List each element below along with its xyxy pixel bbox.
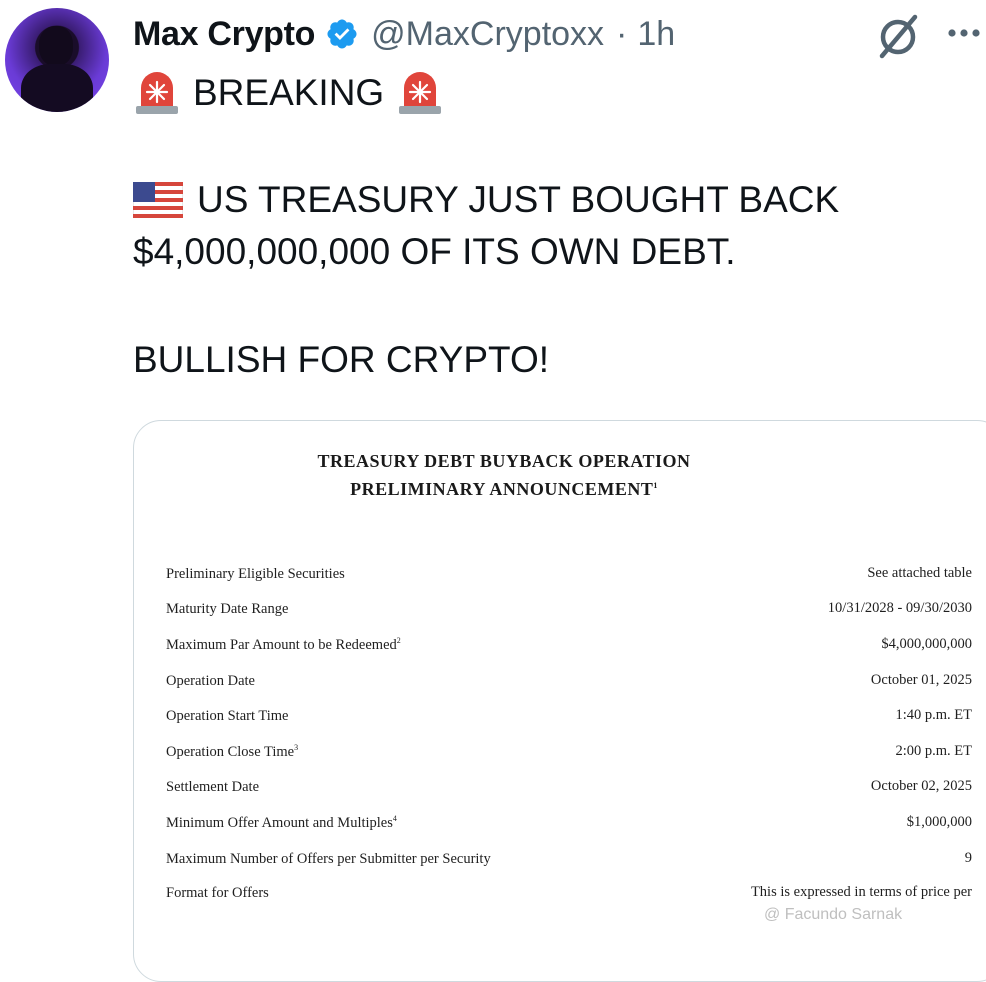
verified-badge-icon (327, 19, 357, 49)
police-light-emoji-right (399, 72, 442, 114)
tweet-text-line-3: BULLISH FOR CRYPTO! (133, 339, 550, 380)
attached-document-image[interactable]: TREASURY DEBT BUYBACK OPERATION PRELIMIN… (133, 420, 986, 982)
document-row: Operation Close Time3 2:00 p.m. ET (166, 743, 972, 767)
row-label: Maximum Par Amount to be Redeemed2 (166, 636, 401, 653)
author-name[interactable]: Max Crypto (133, 15, 315, 54)
document-title-line-2: PRELIMINARY ANNOUNCEMENT1 (134, 479, 874, 500)
document-title-line-1: TREASURY DEBT BUYBACK OPERATION (317, 451, 691, 471)
document-row: Operation Date October 01, 2025 (166, 672, 972, 696)
author-handle[interactable]: @MaxCryptoxx (371, 15, 604, 54)
document-row: Maximum Par Amount to be Redeemed2 $4,00… (166, 636, 972, 660)
row-value: 1:40 p.m. ET (895, 707, 972, 723)
row-value: 9 (964, 850, 972, 866)
avatar-figure-head (39, 26, 73, 66)
more-options-icon[interactable] (944, 18, 984, 48)
row-label: Operation Start Time (166, 707, 289, 724)
document-row: Maturity Date Range 10/31/2028 - 09/30/2… (166, 600, 972, 624)
tweet-header: Max Crypto @MaxCryptoxx · 1h (133, 12, 675, 56)
row-value: October 02, 2025 (870, 778, 972, 794)
row-label: Minimum Offer Amount and Multiples4 (166, 814, 397, 831)
row-label: Format for Offers (166, 884, 269, 901)
tweet-line-3: BULLISH FOR CRYPTO! (133, 336, 549, 384)
row-label: Maturity Date Range (166, 600, 289, 617)
author-avatar[interactable] (5, 8, 109, 112)
police-light-emoji-left (136, 72, 178, 114)
tweet-text-line-1: US TREASURY JUST BOUGHT BACK (197, 179, 840, 220)
row-label: Operation Date (166, 672, 255, 689)
document-row: Operation Start Time 1:40 p.m. ET (166, 707, 972, 731)
avatar-figure-body (21, 64, 93, 112)
document-row: Format for Offers This is expressed in t… (166, 884, 972, 908)
tweet-time[interactable]: 1h (637, 15, 675, 54)
row-label: Settlement Date (166, 778, 260, 795)
row-value: $1,000,000 (906, 814, 972, 830)
tweet-line-breaking: BREAKING (133, 68, 444, 118)
breaking-text: BREAKING (193, 72, 385, 113)
row-value: This is expressed in terms of price per (750, 884, 972, 900)
us-flag-emoji (133, 182, 183, 218)
row-value: 10/31/2028 - 09/30/2030 (827, 600, 972, 616)
row-label: Maximum Number of Offers per Submitter p… (166, 850, 491, 867)
header-separator: · (616, 14, 628, 53)
document-row: Settlement Date October 02, 2025 (166, 778, 972, 802)
row-value: $4,000,000,000 (881, 636, 972, 652)
document-title-line-2-text: PRELIMINARY ANNOUNCEMENT (350, 479, 654, 499)
document-row: Minimum Offer Amount and Multiples4 $1,0… (166, 814, 972, 838)
tweet-text-line-2: $4,000,000,000 OF ITS OWN DEBT. (133, 231, 736, 272)
row-value: 2:00 p.m. ET (895, 743, 972, 759)
tweet-line-2: $4,000,000,000 OF ITS OWN DEBT. (133, 228, 736, 276)
row-value: October 01, 2025 (870, 672, 972, 688)
document-row: Maximum Number of Offers per Submitter p… (166, 850, 972, 874)
document-row: Preliminary Eligible Securities See atta… (166, 565, 972, 589)
row-label: Operation Close Time3 (166, 743, 299, 760)
tweet-line-1: US TREASURY JUST BOUGHT BACK (133, 176, 839, 224)
row-label: Preliminary Eligible Securities (166, 565, 345, 582)
image-watermark: @ Facundo Sarnak (764, 906, 903, 923)
grok-icon[interactable] (874, 12, 922, 60)
document-title-footnote: 1 (653, 481, 658, 490)
row-value: See attached table (867, 565, 972, 581)
